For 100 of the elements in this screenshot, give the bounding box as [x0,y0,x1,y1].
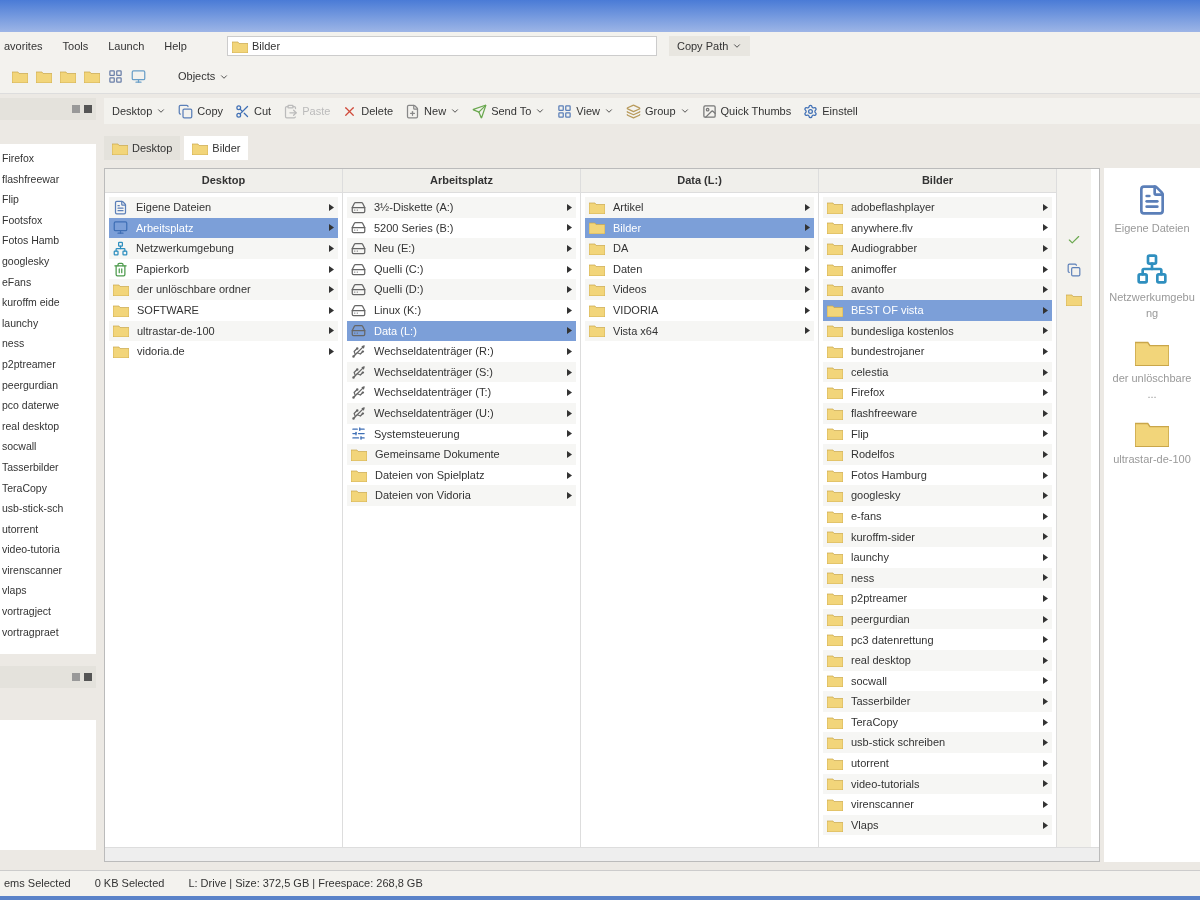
horizontal-scrollbar[interactable] [105,847,1099,861]
tree-item[interactable]: utorrent [0,518,39,540]
address-field[interactable]: Bilder [226,36,657,56]
folder-row[interactable]: Quelli (D:) [347,279,576,300]
monitor-icon[interactable] [131,69,146,84]
caret-icon [732,41,743,51]
column-header: Arbeitsplatz [343,169,580,193]
menu-item[interactable]: Launch [104,37,149,55]
folder-row[interactable]: kuroffm-sider [823,526,1052,548]
caret-icon [329,265,334,273]
copy-path-button[interactable]: Copy Path [668,36,751,56]
folder-row[interactable]: ultrastar-de-100 [109,320,338,342]
tree-item[interactable]: googlesky [0,250,50,272]
tree-item[interactable]: kuroffm eide [0,292,60,313]
control-panel-icon [351,426,366,442]
toolbar-button[interactable]: Group [625,102,690,120]
folder-row[interactable]: Dateien von Vidoria [347,485,576,506]
folder-row[interactable]: Audiograbber [823,238,1052,259]
folder-row[interactable]: DA [585,238,814,259]
folder-icon [113,303,129,317]
copy-icon[interactable] [1067,263,1081,277]
menu-item[interactable]: Tools [58,37,93,55]
toolbar-button[interactable]: Quick Thumbs [701,102,792,120]
toolbar-button[interactable]: Cut [235,102,272,120]
tree-item[interactable]: socwall [0,436,37,457]
folder-row[interactable]: video-tutorials [823,773,1052,795]
pin-icon[interactable] [72,673,80,681]
folder-icon [827,262,843,276]
folder-row[interactable]: flashfreeware [823,402,1052,424]
tree-item[interactable]: flashfreewar [0,168,60,190]
tree-item[interactable]: virenscanner [0,559,63,581]
close-icon[interactable] [84,673,92,681]
tab[interactable]: Desktop [104,136,181,160]
tree-item[interactable]: Tasserbilder [0,456,59,478]
caret-icon [567,471,572,479]
caret-icon [567,265,572,273]
folder-icon [827,468,843,482]
folder-row[interactable]: celestia [823,361,1052,383]
folder-row[interactable]: Videos [585,279,814,300]
settings-icon [803,103,819,119]
folder-row[interactable]: Wechseldatenträger (U:) [347,402,576,424]
objects-button[interactable]: Objects [170,68,238,85]
tree-item[interactable]: TeraCopy [0,477,47,499]
caret-icon [805,224,810,232]
folder-row[interactable]: googlesky [823,485,1052,506]
toolbar-button[interactable]: Einstell [803,102,858,120]
tree-item[interactable]: usb-stick-sch [0,498,64,519]
folder-row[interactable]: Rodelfos [823,444,1052,465]
tree-item[interactable]: Footsfox [0,209,43,231]
tab[interactable]: Bilder [184,136,249,160]
folder-row[interactable]: avanto [823,279,1052,300]
folder-icon [827,344,843,358]
folder-icon [12,70,28,83]
folder-row[interactable]: usb-stick schreiben [823,732,1052,754]
folder-row[interactable]: Netzwerkumgebung [109,238,338,259]
folder-row[interactable]: Wechseldatenträger (S:) [347,361,576,383]
folder-row[interactable]: Gemeinsame Dokumente [347,444,576,465]
folder-row[interactable]: Vlaps [823,814,1052,836]
menu-item[interactable]: Help [160,37,191,55]
tree-item[interactable]: eFans [0,271,32,293]
folder-row[interactable]: Tasserbilder [823,691,1052,712]
folder-row[interactable]: der unlöschbare ordner [109,279,338,300]
tree-item[interactable]: video-tutoria [0,539,60,560]
folder-row[interactable]: ness [823,567,1052,589]
check-icon[interactable] [1067,233,1081,247]
folder-row[interactable]: adobeflashplayer [823,197,1052,218]
grid-icon[interactable] [108,69,123,84]
tree-item[interactable]: Flip [0,189,19,210]
tree-item[interactable]: ness [0,333,25,354]
toolbar-button[interactable]: Desktop [112,102,167,120]
folder-row[interactable]: Vista x64 [585,320,814,342]
menu-item[interactable]: avorites [0,37,47,55]
tree-item[interactable]: vortragject [0,601,52,622]
tree-item[interactable]: pco daterwe [0,395,60,416]
folder-icon [231,39,248,53]
toolbar-button[interactable]: New [405,102,461,120]
folder-row[interactable]: Eigene Dateien [109,197,338,218]
tree-item[interactable]: peergurdian [0,374,59,396]
tree-item[interactable]: launchy [0,312,39,334]
folder-row[interactable]: real desktop [823,650,1052,671]
toolbar-button[interactable]: View [557,102,614,120]
folder-row[interactable]: bundesliga kostenlos [823,320,1052,342]
toolbar-button[interactable]: Copy [178,102,224,120]
caret-icon [567,347,572,355]
tree-item[interactable]: Firefox [0,148,35,169]
tree-item[interactable]: vortragpraet [0,621,59,643]
tree-item[interactable]: real desktop [0,415,60,437]
pin-icon[interactable] [72,105,80,113]
tree-item[interactable]: p2ptreamer [0,353,56,375]
folder-icon [112,141,128,155]
toolbar-button[interactable]: Delete [342,102,394,120]
folder-row[interactable]: Neu (E:) [347,238,576,259]
toolbar-button[interactable]: Send To [472,102,546,120]
folder-row[interactable]: 3½-Diskette (A:) [347,197,576,218]
tree-item[interactable]: Fotos Hamb [0,230,60,251]
caret-icon [567,327,572,335]
folder-row[interactable]: Artikel [585,197,814,218]
tree-item[interactable]: vlaps [0,580,27,602]
folder-row[interactable]: peergurdian [823,608,1052,630]
close-icon[interactable] [84,105,92,113]
